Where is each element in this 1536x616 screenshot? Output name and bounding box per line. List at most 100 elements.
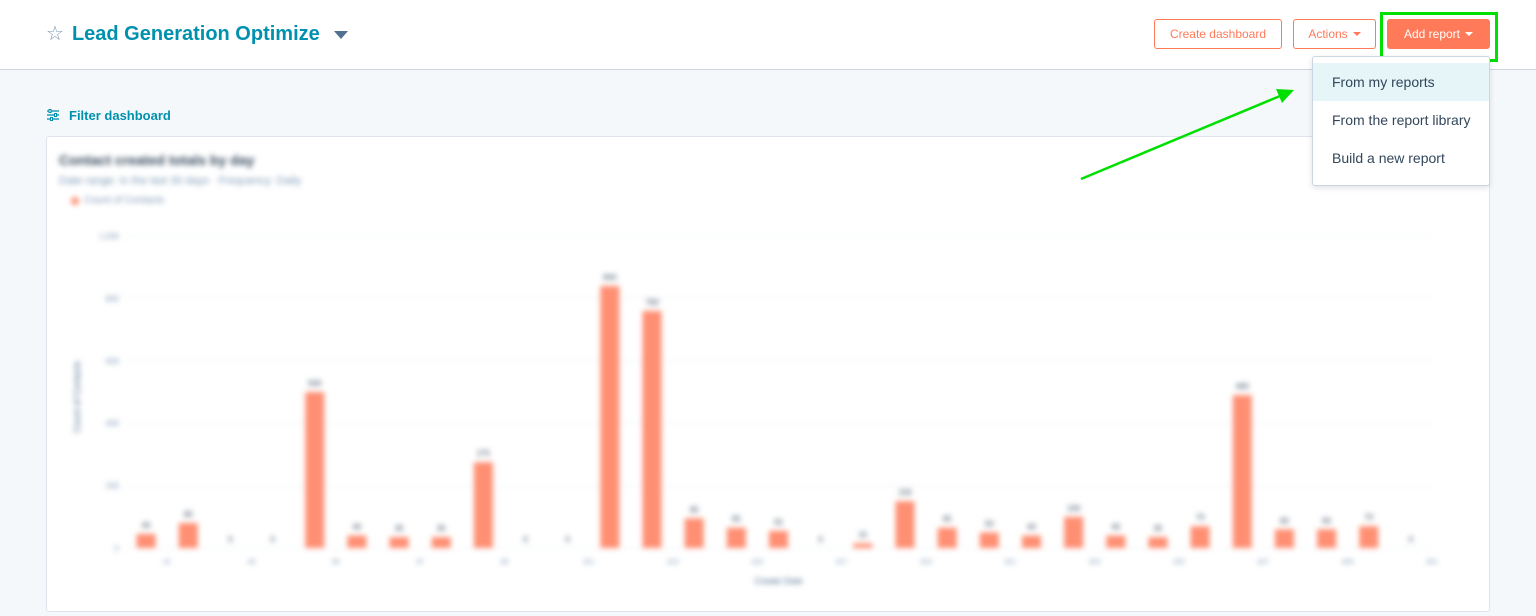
menu-item-build-new-report[interactable]: Build a new report <box>1313 139 1489 177</box>
x-tick-label: d21 <box>1005 559 1017 566</box>
bar-value-label: 490 <box>1236 382 1250 391</box>
x-tick-label: d27 <box>1258 559 1270 566</box>
x-tick-label: d13 <box>667 559 679 566</box>
chart-bar <box>389 537 409 548</box>
chart-bar <box>684 518 704 548</box>
bar-value-label: 65 <box>732 515 741 524</box>
x-tick-label: d9 <box>501 559 509 566</box>
menu-item-label: From my reports <box>1332 74 1435 90</box>
chart-bar <box>1106 535 1126 548</box>
chart-bar <box>1232 395 1252 548</box>
chart-bar <box>853 543 873 548</box>
bar-value-label: 150 <box>898 488 912 497</box>
create-dashboard-button[interactable]: Create dashboard <box>1154 19 1282 49</box>
chart-bar <box>769 530 788 548</box>
y-tick-label: 600 <box>106 357 120 366</box>
dashboard-title-group[interactable]: ☆ Lead Generation Optimize <box>46 20 348 48</box>
bar-value-label: 95 <box>690 505 699 514</box>
bar-value-label: 0 <box>565 535 570 544</box>
dashboard-header: ☆ Lead Generation Optimize Create dashbo… <box>0 0 1536 70</box>
bar-chart: 02004006008001,00045d1800d30500d540 35d73… <box>72 232 1438 586</box>
bar-value-label: 45 <box>142 521 151 530</box>
y-tick-label: 400 <box>106 419 120 428</box>
bar-value-label: 40 <box>1027 523 1036 532</box>
chart-bar <box>1359 526 1379 548</box>
bar-value-label: 0 <box>1409 535 1414 544</box>
bar-value-label: 70 <box>1364 513 1373 522</box>
bar-value-label: 35 <box>395 524 404 533</box>
bar-value-label: 0 <box>270 535 275 544</box>
y-tick-label: 800 <box>106 294 120 303</box>
y-tick-label: 200 <box>106 482 120 491</box>
chart-bar <box>305 392 325 548</box>
chart-bar <box>895 501 915 548</box>
chart-bar <box>1148 537 1168 548</box>
bar-value-label: 0 <box>228 535 233 544</box>
chart-bar <box>600 285 620 548</box>
bar-value-label: 35 <box>437 524 446 533</box>
bar-value-label: 500 <box>308 379 322 388</box>
bar-value-label: 0 <box>818 535 823 544</box>
y-axis-title: Count of Contacts <box>72 360 82 433</box>
chart-bar <box>178 523 198 548</box>
bar-value-label: 100 <box>1067 504 1081 513</box>
x-tick-label: d23 <box>1089 559 1101 566</box>
caret-down-icon <box>1352 32 1361 36</box>
bar-value-label: 275 <box>477 449 491 458</box>
bar-value-label: 70 <box>1196 513 1205 522</box>
actions-label: Actions <box>1308 27 1348 41</box>
actions-button[interactable]: Actions <box>1293 19 1376 49</box>
chart-bar <box>937 527 957 548</box>
chart-bar <box>1317 529 1337 548</box>
highlight-box <box>1380 12 1498 62</box>
chart-bar <box>136 533 156 548</box>
x-tick-label: d11 <box>583 559 594 566</box>
menu-item-from-report-library[interactable]: From the report library <box>1313 101 1489 139</box>
chart-bar <box>1190 526 1210 548</box>
bar-value-label: 50 <box>985 519 994 528</box>
y-tick-label: 0 <box>115 544 120 553</box>
bar-value-label: 60 <box>1322 516 1331 525</box>
bar-value-label: 80 <box>184 510 193 519</box>
chart-bar <box>726 527 746 548</box>
dashboard-title[interactable]: Lead Generation Optimize <box>72 23 320 46</box>
chart-bar <box>473 462 493 548</box>
menu-item-label: From the report library <box>1332 112 1471 128</box>
x-tick-label: d1 <box>163 559 171 566</box>
chart-bar <box>347 535 367 548</box>
x-tick-label: d5 <box>332 559 340 566</box>
create-dashboard-label: Create dashboard <box>1169 27 1267 41</box>
chart-bar <box>1064 516 1084 548</box>
chart-bar <box>1274 529 1294 548</box>
bar-value-label: 65 <box>943 515 952 524</box>
x-tick-label: d17 <box>836 559 848 566</box>
x-axis-title: Create Date <box>754 576 803 586</box>
chart-bar <box>979 532 999 548</box>
chart-bar <box>642 310 662 548</box>
chart-bar <box>1021 535 1041 548</box>
chevron-down-icon[interactable] <box>333 31 348 39</box>
bar-value-label: 40 <box>1111 523 1120 532</box>
bar-value-label: 840 <box>603 273 617 282</box>
filter-sliders-icon <box>47 109 59 121</box>
bar-value-label: 35 <box>1153 524 1162 533</box>
x-tick-label: d3 <box>248 559 256 566</box>
x-tick-label: d19 <box>920 559 932 566</box>
x-tick-label: d7 <box>416 559 424 566</box>
bar-value-label: 55 <box>774 518 783 527</box>
bar-value-label: 0 <box>523 535 528 544</box>
bar-value-label: 40 <box>352 523 361 532</box>
bar-value-label: 60 <box>1280 516 1289 525</box>
chart-bar <box>431 537 451 548</box>
x-tick-label: d25 <box>1173 559 1185 566</box>
bar-value-label: 15 <box>858 530 867 539</box>
filter-dashboard-label: Filter dashboard <box>69 107 171 123</box>
filter-dashboard-link[interactable]: Filter dashboard <box>46 106 171 124</box>
star-icon[interactable]: ☆ <box>46 24 64 44</box>
report-card: Contact created totals by day Date range… <box>46 136 1490 612</box>
y-tick-label: 1,000 <box>99 232 120 241</box>
x-tick-label: d31 <box>1426 559 1438 566</box>
menu-item-from-my-reports[interactable]: From my reports <box>1313 63 1489 101</box>
x-tick-label: d15 <box>752 559 764 566</box>
bar-value-label: 760 <box>645 298 659 307</box>
